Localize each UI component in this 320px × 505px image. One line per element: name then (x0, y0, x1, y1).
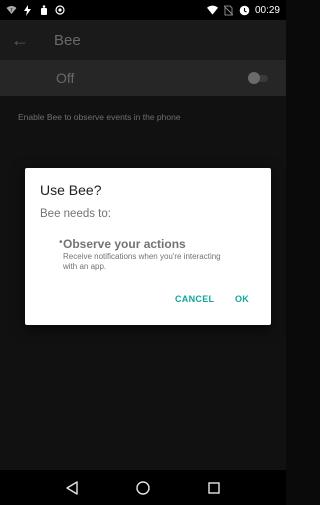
permission-dialog: Use Bee? Bee needs to: • Observe your ac… (25, 168, 271, 325)
status-time: 00:29 (254, 4, 280, 16)
svg-text:?: ? (10, 8, 13, 14)
notification-icon (38, 4, 49, 16)
triangle-back-icon (65, 480, 78, 495)
square-recents-icon (208, 481, 221, 494)
navigation-bar (0, 470, 286, 505)
service-description: Enable Bee to observe events in the phon… (18, 112, 181, 122)
switch-label: Off (56, 70, 75, 86)
flash-icon (22, 4, 33, 16)
alarm-icon (239, 5, 250, 16)
cancel-button[interactable]: CANCEL (175, 294, 214, 304)
dialog-title: Use Bee? (40, 182, 102, 198)
back-button[interactable]: ← (0, 20, 40, 60)
status-bar: ? 00:29 (0, 0, 286, 20)
status-right-icons: 00:29 (206, 4, 280, 16)
dialog-subtitle: Bee needs to: (40, 208, 111, 220)
toolbar: ← Bee (0, 20, 286, 60)
permission-title: Observe your actions (63, 237, 186, 251)
page-title: Bee (54, 31, 81, 49)
bullet-icon: • (59, 237, 63, 248)
master-switch-bar[interactable]: Off (0, 60, 286, 96)
record-icon (54, 5, 65, 16)
circle-home-icon (136, 480, 150, 495)
nav-recents-button[interactable] (202, 476, 226, 500)
toggle-thumb (248, 72, 260, 84)
status-left-icons: ? (6, 4, 65, 16)
wifi-icon (206, 5, 218, 16)
wifi-question-icon: ? (6, 5, 17, 16)
no-sim-icon (223, 5, 234, 16)
ok-button[interactable]: OK (235, 294, 249, 304)
arrow-back-icon: ← (11, 29, 29, 50)
permission-description: Receive notifications when you're intera… (63, 252, 221, 271)
toggle-switch[interactable] (248, 72, 270, 84)
nav-home-button[interactable] (131, 476, 155, 500)
nav-back-button[interactable] (60, 476, 84, 500)
